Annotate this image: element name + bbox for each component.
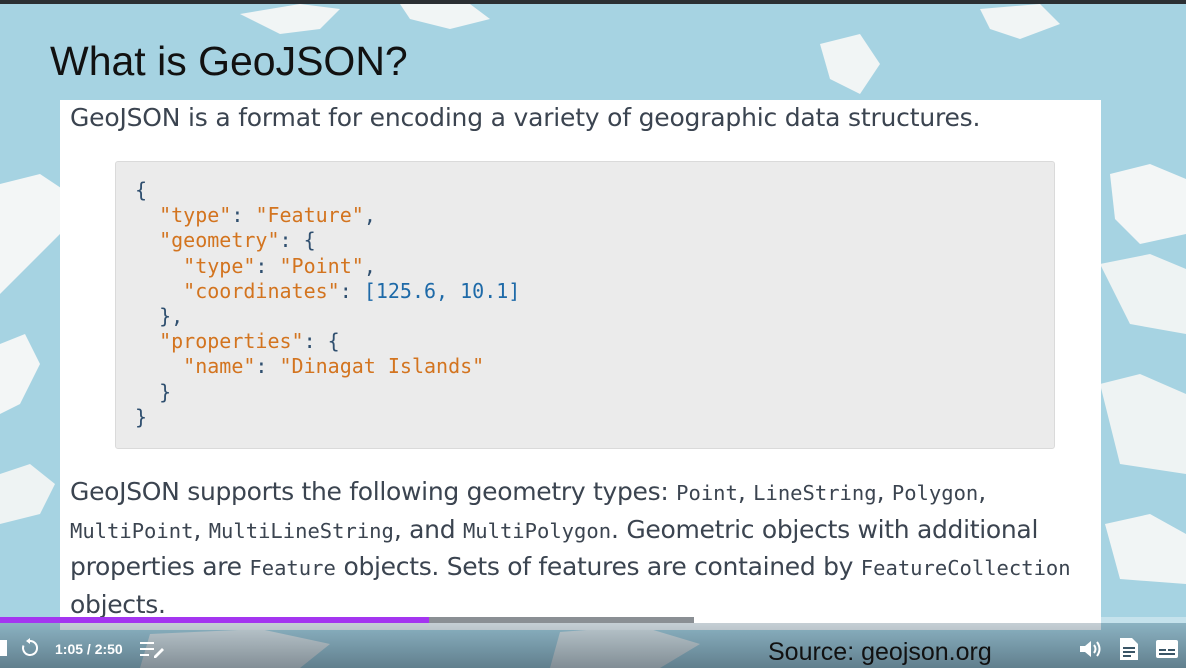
playlist-icon[interactable] bbox=[140, 640, 164, 658]
code-term: Point bbox=[676, 481, 738, 505]
slide-title: What is GeoJSON? bbox=[50, 38, 408, 84]
desc-text: , bbox=[737, 477, 754, 506]
captions-icon[interactable] bbox=[1156, 640, 1178, 658]
code-string: "Feature" bbox=[255, 203, 364, 228]
code-string: "Point" bbox=[279, 253, 364, 278]
content-panel: GeoJSON is a format for encoding a varie… bbox=[60, 100, 1101, 630]
desc-text: , bbox=[978, 477, 986, 506]
time-display: 1:05 / 2:50 bbox=[55, 641, 123, 657]
code-key: "type" bbox=[159, 203, 232, 228]
transcript-icon[interactable] bbox=[1120, 638, 1138, 660]
desc-text: objects. Sets of features are contained … bbox=[335, 552, 861, 581]
rewind-icon[interactable] bbox=[20, 638, 40, 658]
code-key: "name" bbox=[183, 354, 256, 379]
desc-text: GeoJSON supports the following geometry … bbox=[70, 477, 677, 506]
code-string: "Dinagat Islands" bbox=[279, 354, 485, 379]
code-key: "type" bbox=[183, 253, 256, 278]
desc-text: , bbox=[876, 477, 892, 506]
code-brace: }, bbox=[159, 304, 184, 329]
code-brace: } bbox=[159, 379, 172, 404]
player-controls bbox=[0, 623, 1186, 668]
code-term: Feature bbox=[249, 556, 336, 580]
desc-text: objects. bbox=[70, 589, 166, 619]
code-term: MultiPoint bbox=[70, 518, 194, 543]
code-term: MultiLineString bbox=[208, 518, 394, 543]
volume-icon[interactable] bbox=[1080, 639, 1102, 659]
code-term: LineString bbox=[753, 481, 877, 505]
code-key: "coordinates" bbox=[183, 278, 340, 303]
desc-text: , bbox=[193, 514, 209, 544]
code-key: "geometry" bbox=[159, 228, 280, 253]
code-term: MultiPolygon bbox=[462, 518, 612, 543]
play-pause-icon[interactable] bbox=[0, 640, 7, 656]
source-credit: Source: geojson.org bbox=[768, 638, 992, 666]
code-block: { "type": "Feature", "geometry": { "type… bbox=[115, 161, 1055, 449]
code-brace: } bbox=[135, 404, 148, 429]
desc-text: , and bbox=[393, 514, 463, 544]
description-text: GeoJSON supports the following geometry … bbox=[70, 474, 1095, 622]
code-key: "properties" bbox=[159, 329, 304, 354]
code-number: [125.6, 10.1] bbox=[363, 278, 521, 303]
geojson-code: { "type": "Feature", "geometry": { "type… bbox=[135, 178, 521, 429]
code-brace: { bbox=[135, 178, 148, 202]
intro-text: GeoJSON is a format for encoding a varie… bbox=[70, 103, 981, 132]
code-term: FeatureCollection bbox=[860, 556, 1071, 580]
code-term: Polygon bbox=[891, 481, 979, 505]
